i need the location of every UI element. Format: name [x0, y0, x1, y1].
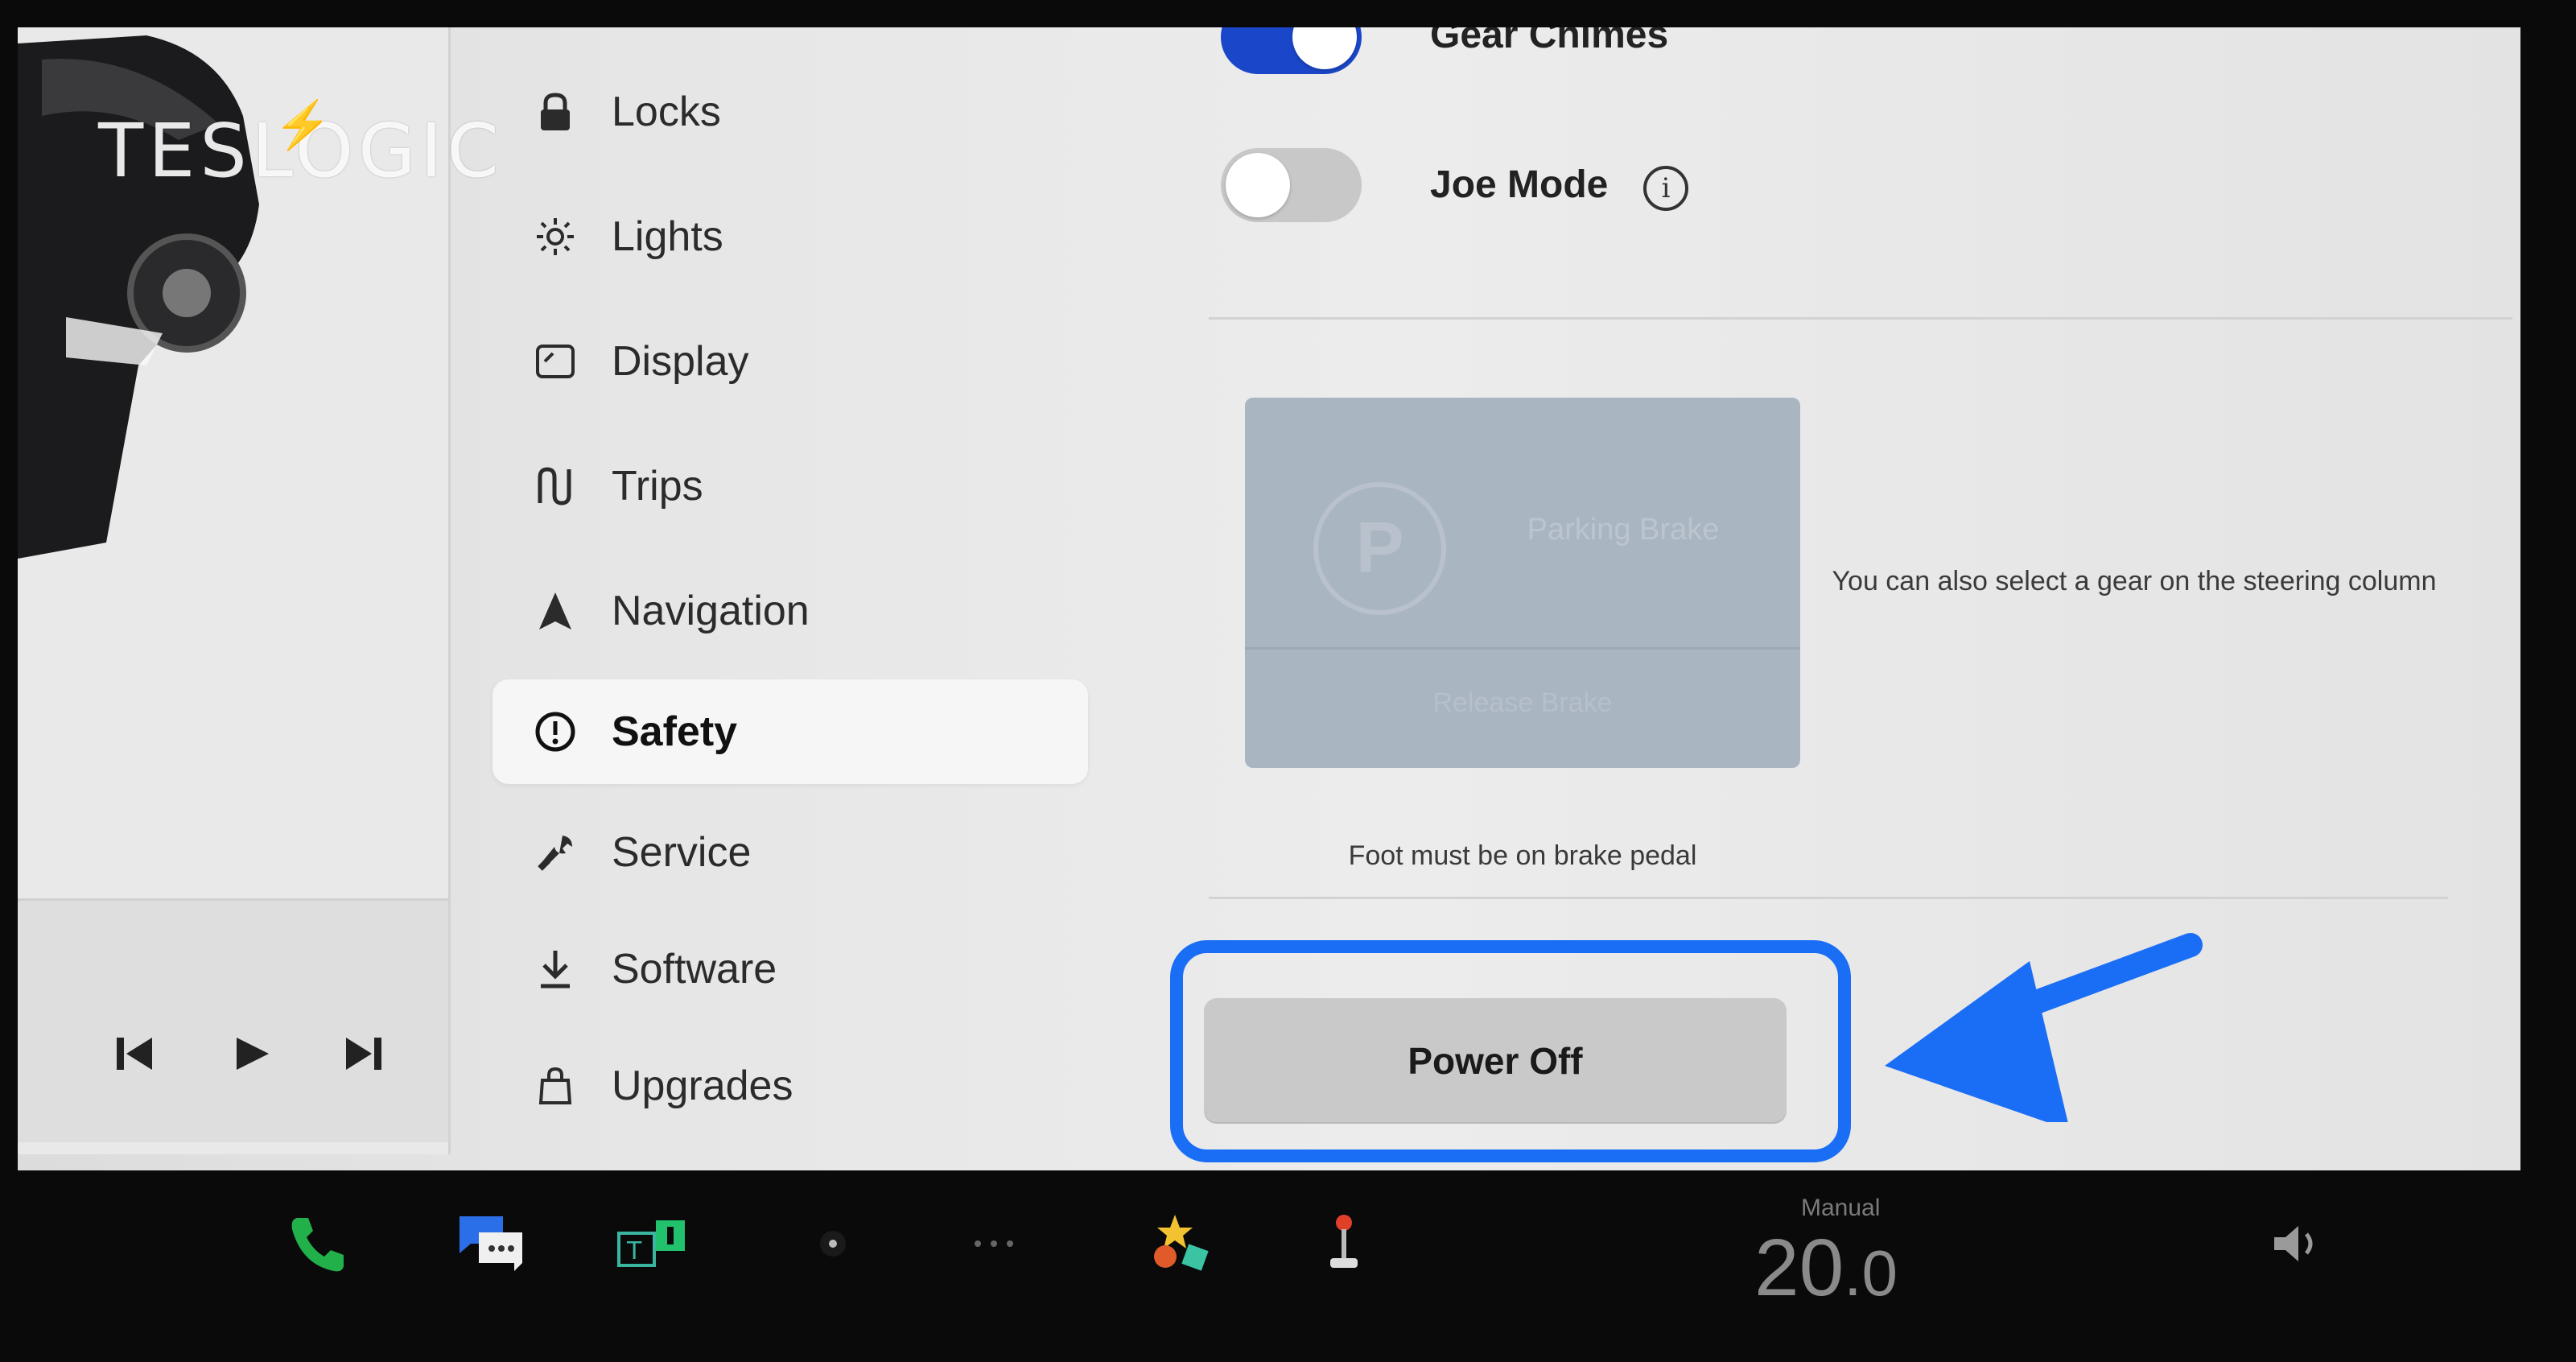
gear-chimes-label: Gear Chimes — [1430, 27, 1669, 56]
toggle-knob — [1226, 153, 1290, 217]
media-controls — [18, 898, 448, 1142]
divider — [1209, 897, 2448, 899]
gear-chimes-toggle[interactable] — [1221, 27, 1362, 74]
temperature-display[interactable]: 20.0 — [1754, 1222, 1898, 1315]
info-icon[interactable]: i — [1643, 166, 1688, 211]
car-panel: TESLOGIC ⚡ — [18, 27, 499, 1154]
menu-item-label: Software — [612, 946, 777, 993]
temperature-whole: 20 — [1754, 1223, 1844, 1313]
volume-icon[interactable] — [2257, 1199, 2346, 1288]
parking-brake-label: Parking Brake — [1527, 513, 1720, 547]
release-brake-label: Release Brake — [1432, 687, 1613, 718]
toggle-knob — [1292, 27, 1357, 69]
app-launcher-icon[interactable]: T — [608, 1199, 696, 1288]
brake-pedal-caption: Foot must be on brake pedal — [1348, 840, 1697, 871]
menu-item-label: Trips — [612, 463, 703, 510]
parking-brake-icon: P — [1313, 482, 1446, 615]
lock-icon — [531, 88, 579, 136]
divider — [1209, 317, 2512, 320]
menu-item-label: Service — [612, 829, 752, 876]
more-icon[interactable] — [950, 1199, 1038, 1288]
messages-icon[interactable] — [447, 1199, 535, 1288]
alert-circle-icon — [531, 708, 579, 756]
menu-item-label: Display — [612, 338, 749, 385]
play-icon[interactable] — [223, 1026, 279, 1082]
menu-item-locks[interactable]: Locks — [493, 60, 1088, 164]
menu-item-label: Safety — [612, 708, 738, 755]
menu-item-navigation[interactable]: Navigation — [493, 559, 1088, 663]
menu-item-label: Upgrades — [612, 1063, 793, 1109]
pointer-arrow-icon — [1885, 933, 2203, 1122]
trips-icon — [531, 462, 579, 510]
touchscreen: TESLOGIC ⚡ Locks Lights Display Trips Na… — [18, 27, 2520, 1170]
skip-back-icon[interactable] — [106, 1026, 163, 1082]
menu-item-label: Locks — [612, 89, 721, 135]
bottom-dock: T Manual 20.0 — [0, 1170, 2576, 1362]
download-icon — [531, 945, 579, 993]
toybox-icon[interactable] — [1135, 1199, 1223, 1288]
menu-item-upgrades[interactable]: Upgrades — [493, 1034, 1088, 1138]
light-icon — [531, 213, 579, 261]
menu-item-trips[interactable]: Trips — [493, 434, 1088, 539]
temperature-decimal: .0 — [1844, 1237, 1898, 1309]
divider — [1245, 647, 1800, 650]
drive-shift-panel[interactable]: P Parking Brake Release Brake — [1245, 398, 1800, 768]
menu-item-service[interactable]: Service — [493, 800, 1088, 905]
bag-icon — [531, 1062, 579, 1110]
climate-mode-label: Manual — [1801, 1195, 1881, 1221]
arcade-joystick-icon[interactable] — [1300, 1199, 1388, 1288]
joe-mode-label: Joe Mode — [1430, 163, 1609, 206]
menu-item-display[interactable]: Display — [493, 309, 1088, 414]
menu-item-label: Lights — [612, 213, 723, 260]
steering-column-note: You can also select a gear on the steeri… — [1832, 566, 2437, 596]
joe-mode-toggle[interactable] — [1221, 148, 1362, 222]
menu-item-lights[interactable]: Lights — [493, 184, 1088, 289]
camera-icon[interactable] — [789, 1199, 877, 1288]
menu-item-label: Navigation — [612, 588, 810, 634]
wrench-icon — [531, 828, 579, 877]
car-image — [18, 35, 259, 559]
menu-item-software[interactable]: Software — [493, 917, 1088, 1022]
display-icon — [531, 337, 579, 386]
phone-icon[interactable] — [274, 1199, 362, 1288]
charging-bolt-icon: ⚡ — [274, 99, 332, 151]
navigation-icon — [531, 587, 579, 635]
skip-forward-icon[interactable] — [336, 1026, 392, 1082]
highlight-outline — [1170, 940, 1851, 1162]
svg-text:T: T — [626, 1237, 642, 1265]
menu-item-safety[interactable]: Safety — [493, 679, 1088, 784]
